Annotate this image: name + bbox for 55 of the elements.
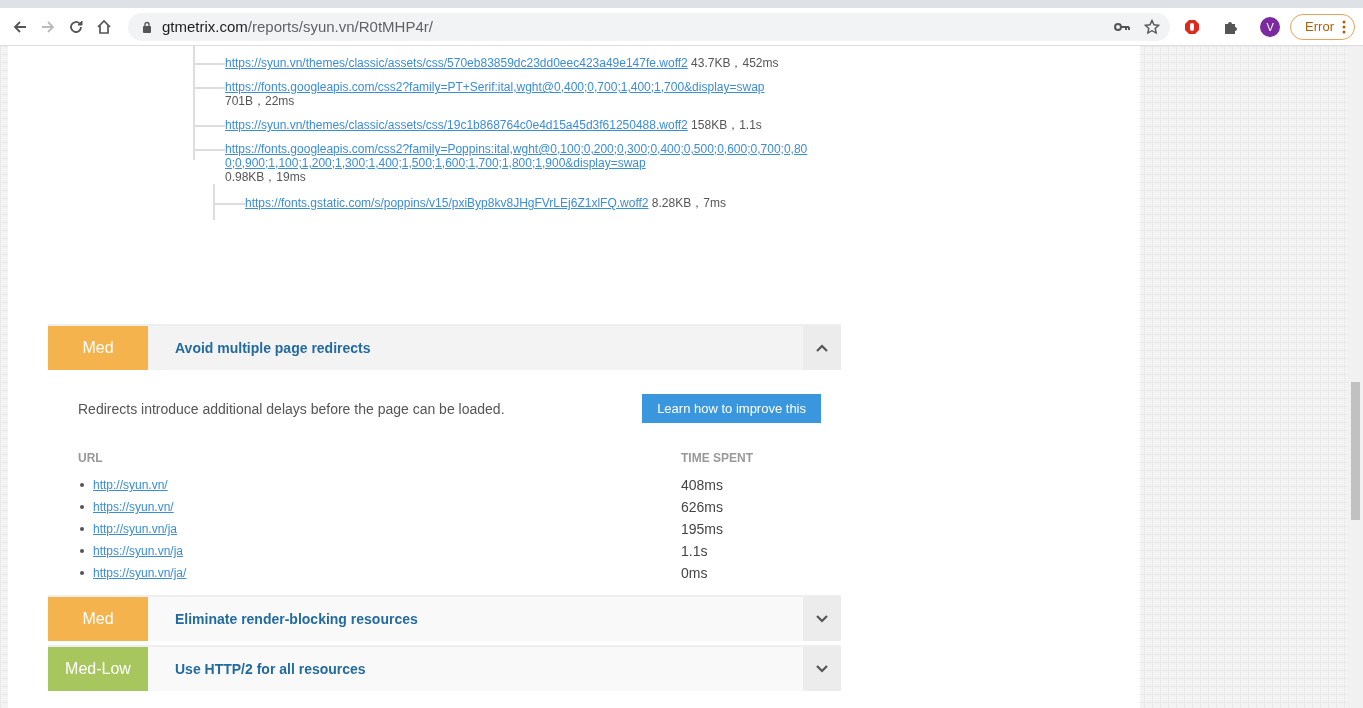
resource-size-time: 0.98KB，19ms xyxy=(225,170,306,184)
bullet-icon xyxy=(80,571,84,575)
rule-title: Eliminate render-blocking resources xyxy=(174,611,419,627)
resource-link[interactable]: https://fonts.gstatic.com/s/poppins/v15/pxiByp8kv8JHgFVrLEj6Z1xlFQ.woff2 xyxy=(245,196,649,210)
stop-hand-icon[interactable] xyxy=(1184,18,1201,35)
redirect-link[interactable]: https://syun.vn/ xyxy=(93,500,174,514)
resource-link[interactable]: https://syun.vn/themes/classic/assets/css/19c1b868764c0e4d15a45d3f61250488.woff2 xyxy=(225,118,688,132)
reload-icon[interactable] xyxy=(68,18,84,35)
bullet-icon xyxy=(80,549,84,553)
scrollbar-thumb[interactable] xyxy=(1351,382,1360,520)
column-header: TIME SPENT xyxy=(681,451,754,465)
time-spent: 626ms xyxy=(681,499,725,515)
rule-header[interactable]: Med-Low Use HTTP/2 for all resources xyxy=(48,645,841,691)
rule-title: Avoid multiple page redirects xyxy=(174,340,372,356)
more-icon[interactable] xyxy=(1342,19,1346,34)
redirect-link[interactable]: https://syun.vn/ja/ xyxy=(93,566,187,580)
resource-size-time: 43.7KB，452ms xyxy=(691,56,779,70)
time-spent: 0ms xyxy=(681,565,709,581)
url-path: /reports/syun.vn/R0tMHP4r/ xyxy=(247,18,433,35)
column-header: URL xyxy=(78,451,104,465)
profile-avatar[interactable]: V xyxy=(1260,16,1281,37)
lock-icon[interactable] xyxy=(142,20,152,33)
bullet-icon xyxy=(80,505,84,509)
time-spent: 408ms xyxy=(681,477,725,493)
error-button[interactable]: Error xyxy=(1290,13,1355,40)
redirect-link[interactable]: https://syun.vn/ja xyxy=(93,544,184,558)
star-icon[interactable] xyxy=(1144,18,1161,35)
severity-badge: Med xyxy=(48,597,148,641)
resource-size-time: 701B，22ms xyxy=(225,94,295,108)
scrollbar[interactable] xyxy=(1348,46,1363,708)
time-spent: 1.1s xyxy=(681,543,709,559)
bullet-icon xyxy=(80,483,84,487)
redirect-link[interactable]: http://syun.vn/ xyxy=(93,478,168,492)
url-host: gtmetrix.com xyxy=(162,18,248,35)
chevron-down-icon[interactable] xyxy=(816,665,828,673)
resource-link[interactable]: https://fonts.googleapis.com/css2?family=Poppins:ital,wght@0,100;0,200;0,300;0,400;0,500;0,600;0,700;0,800;0,900;1,100;1,200;1,300;1,400;1,500;1,600;1,700;1,800;1,900&display=swap xyxy=(225,142,815,170)
chevron-down-icon[interactable] xyxy=(816,615,828,623)
resource-link[interactable]: https://fonts.googleapis.com/css2?family=PT+Serif:ital,wght@0,400;0,700;1,400;1,700&display=swap xyxy=(225,80,765,94)
redirect-link[interactable]: http://syun.vn/ja xyxy=(93,522,178,536)
rule-description: Redirects introduce additional delays before the page can be loaded. xyxy=(78,400,505,417)
rule-header[interactable]: Med Eliminate render-blocking resources xyxy=(48,595,841,641)
rule-header[interactable]: Med Avoid multiple page redirects xyxy=(48,324,841,370)
chevron-up-icon[interactable] xyxy=(816,344,828,352)
severity-badge: Med xyxy=(48,326,148,370)
learn-button[interactable]: Learn how to improve this xyxy=(642,394,821,423)
severity-badge: Med-Low xyxy=(48,647,148,691)
resource-size-time: 158KB，1.1s xyxy=(691,118,762,132)
time-spent: 195ms xyxy=(681,521,725,537)
back-icon[interactable] xyxy=(12,18,28,35)
rule-title: Use HTTP/2 for all resources xyxy=(174,661,367,677)
bullet-icon xyxy=(80,527,84,531)
home-icon[interactable] xyxy=(96,18,112,35)
address-bar[interactable]: gtmetrix.com/reports/syun.vn/R0tMHP4r/ xyxy=(128,12,1171,41)
resource-size-time: 8.28KB，7ms xyxy=(651,196,726,210)
resource-link[interactable]: https://syun.vn/themes/classic/assets/css/570eb83859dc23dd0eec423a49e147fe.woff2 xyxy=(225,56,688,70)
